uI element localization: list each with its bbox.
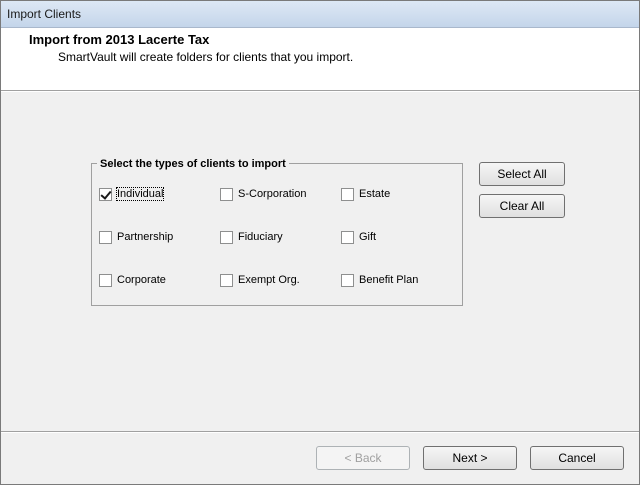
window-title: Import Clients xyxy=(7,7,82,21)
checkbox-label: Gift xyxy=(359,231,377,243)
checkbox-box[interactable] xyxy=(99,187,112,201)
checkbox-box[interactable] xyxy=(220,230,233,244)
cancel-button[interactable]: Cancel xyxy=(530,446,624,470)
checkbox-label: Estate xyxy=(359,188,391,200)
checkbox-box[interactable] xyxy=(341,230,354,244)
page-subtitle: SmartVault will create folders for clien… xyxy=(58,50,354,64)
import-clients-window: Import Clients Import from 2013 Lacerte … xyxy=(0,0,640,485)
checkbox-exempt-org[interactable]: Exempt Org. xyxy=(220,272,300,288)
select-all-button[interactable]: Select All xyxy=(479,162,565,186)
next-button[interactable]: Next > xyxy=(423,446,517,470)
checkbox-label: Individual xyxy=(115,187,165,201)
checkbox-benefit-plan[interactable]: Benefit Plan xyxy=(341,272,418,288)
checkbox-label: S-Corporation xyxy=(238,188,307,200)
checkbox-partnership[interactable]: Partnership xyxy=(99,229,173,245)
checkbox-corporate[interactable]: Corporate xyxy=(99,272,166,288)
checkbox-individual[interactable]: Individual xyxy=(99,186,165,202)
checkbox-gift[interactable]: Gift xyxy=(341,229,376,245)
footer-divider xyxy=(1,431,639,433)
title-bar[interactable]: Import Clients xyxy=(1,1,639,28)
checkbox-box[interactable] xyxy=(99,273,112,287)
checkbox-box[interactable] xyxy=(220,273,233,287)
checkbox-estate[interactable]: Estate xyxy=(341,186,390,202)
header-divider xyxy=(1,90,639,92)
checkbox-box[interactable] xyxy=(99,230,112,244)
checkbox-box[interactable] xyxy=(341,273,354,287)
checkbox-label: Benefit Plan xyxy=(359,274,419,286)
checkbox-label: Fiduciary xyxy=(238,231,283,243)
back-button[interactable]: < Back xyxy=(316,446,410,470)
checkbox-box[interactable] xyxy=(220,187,233,201)
clear-all-button[interactable]: Clear All xyxy=(479,194,565,218)
checkbox-label: Partnership xyxy=(117,231,174,243)
page-title: Import from 2013 Lacerte Tax xyxy=(29,32,210,47)
wizard-header: Import from 2013 Lacerte Tax SmartVault … xyxy=(1,28,639,90)
checkbox-label: Exempt Org. xyxy=(238,274,300,286)
checkbox-s-corporation[interactable]: S-Corporation xyxy=(220,186,306,202)
checkbox-box[interactable] xyxy=(341,187,354,201)
checkbox-label: Corporate xyxy=(117,274,166,286)
group-legend: Select the types of clients to import xyxy=(97,158,289,170)
checkbox-fiduciary[interactable]: Fiduciary xyxy=(220,229,283,245)
